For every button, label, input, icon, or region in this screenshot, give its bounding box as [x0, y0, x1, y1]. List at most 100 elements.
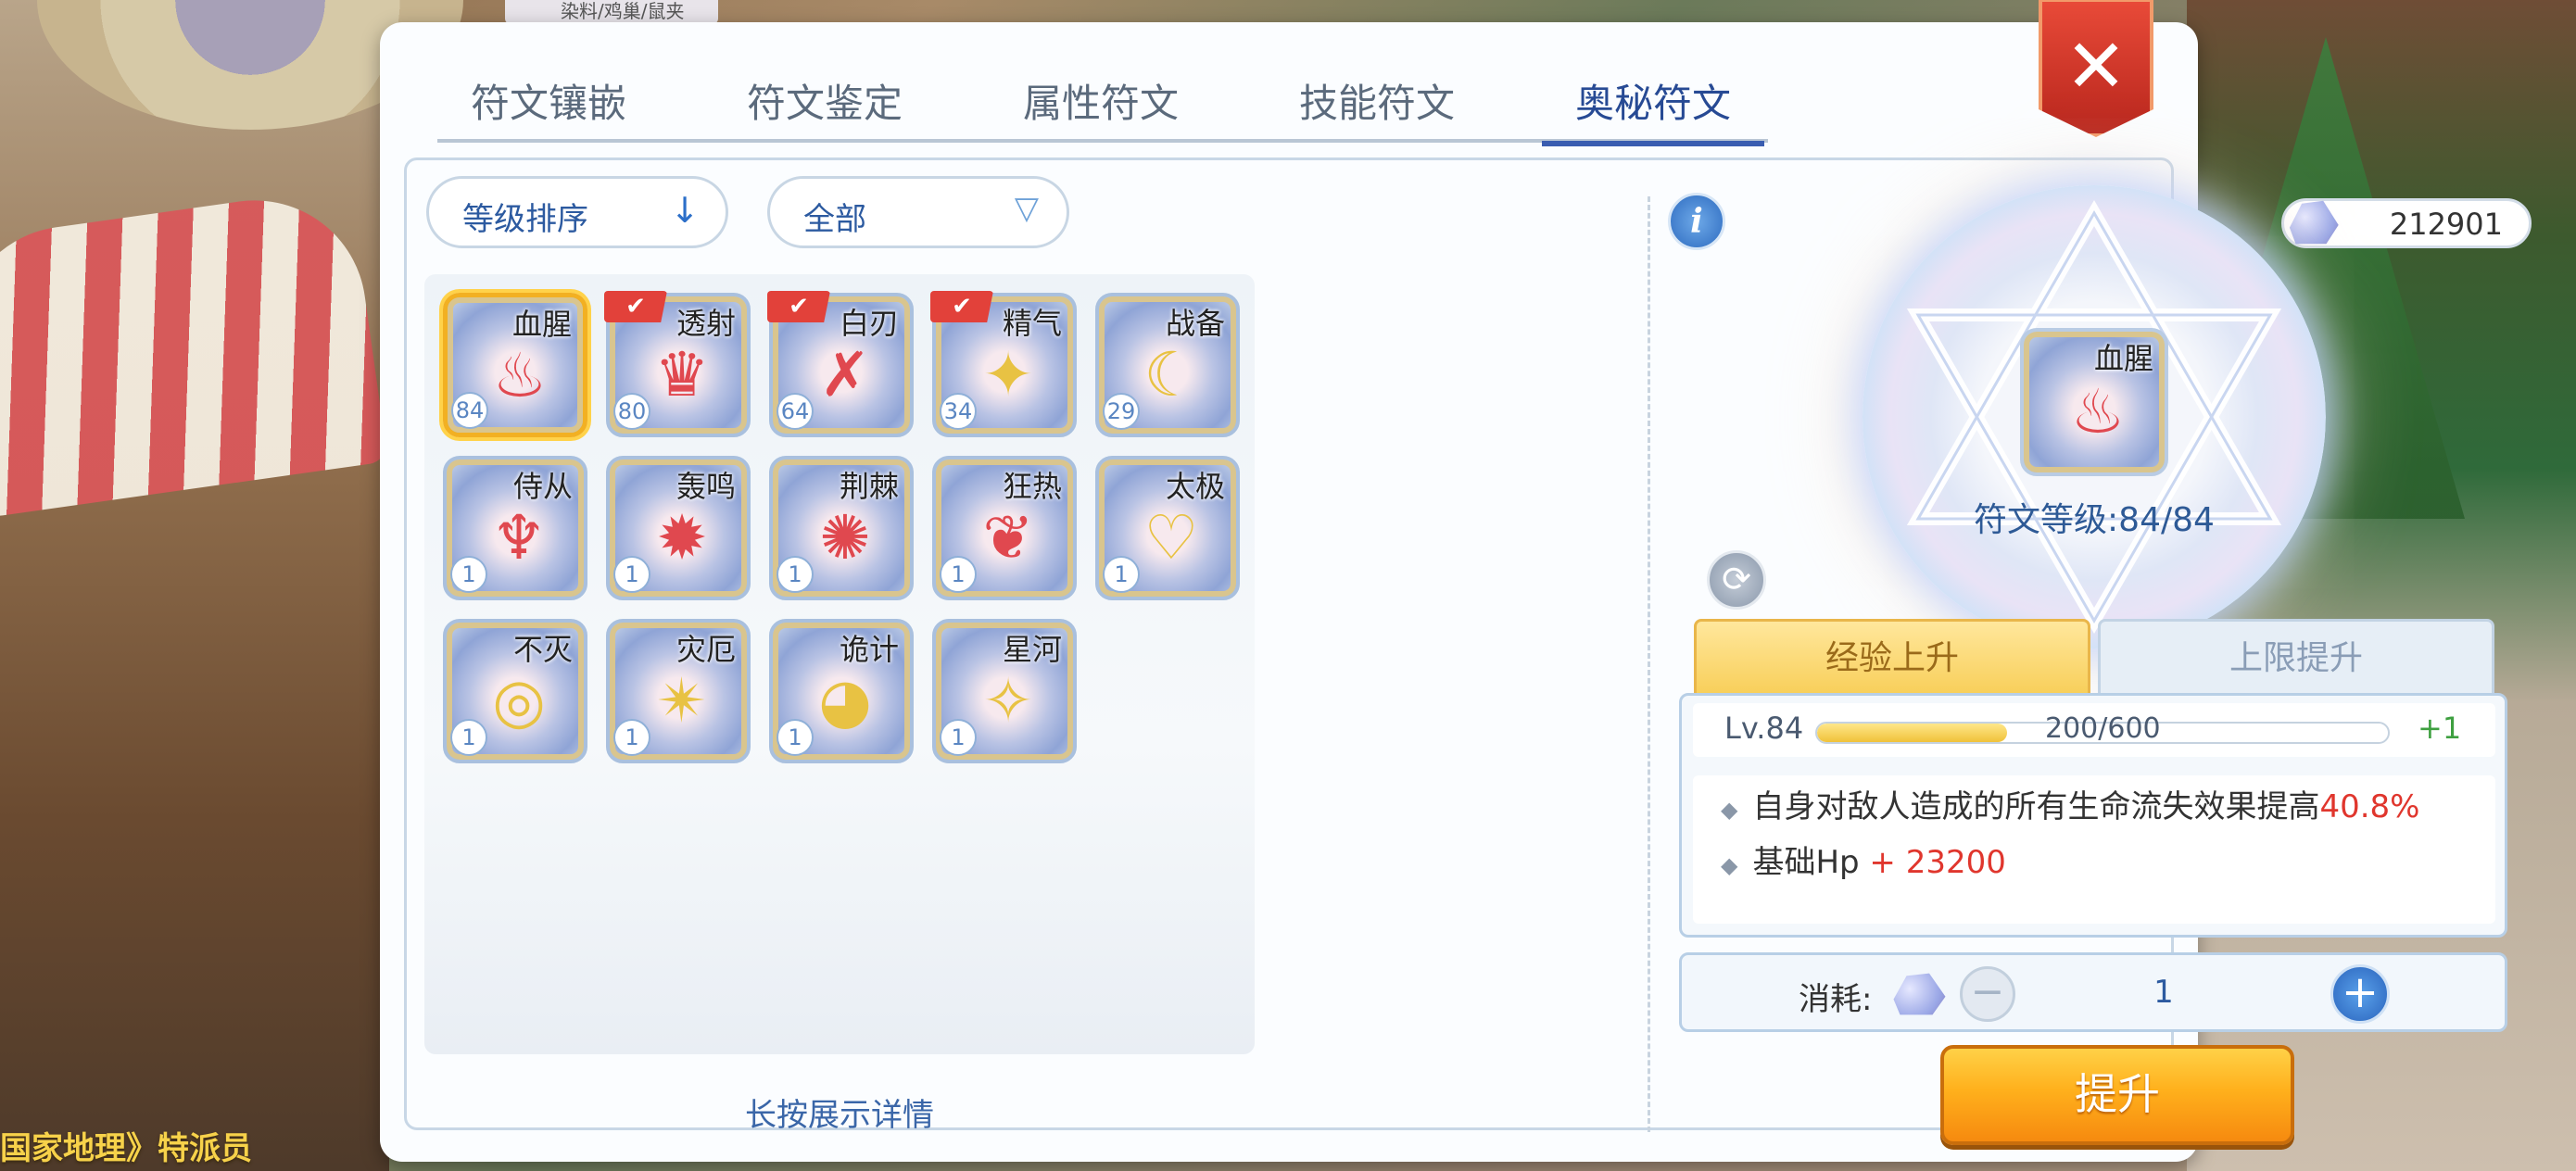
rune-item[interactable]: ◕ 诡计 1	[769, 619, 914, 763]
rune-panel: 符文镶嵌 符文鉴定 属性符文 技能符文 奥秘符文 ✕ 等级排序 ↓ 全部 ▽ ♨…	[380, 0, 2532, 1162]
rune-glyph: ◕	[818, 665, 872, 737]
rune-level-badge: 1	[613, 556, 650, 593]
rune-level-badge: 1	[1103, 556, 1140, 593]
rune-item[interactable]: ♨ 血腥 84	[443, 293, 587, 437]
level-label: Lv.84	[1724, 711, 1804, 746]
dropdown-triangle-icon: ▽	[1014, 190, 1039, 227]
tab-rune-appraisal[interactable]: 符文鉴定	[713, 72, 936, 143]
tab-rune-inlay[interactable]: 符文镶嵌	[437, 72, 660, 143]
rune-glyph: ✹	[656, 502, 708, 573]
refresh-icon[interactable]: ⟳	[1707, 550, 1766, 610]
diamond-bullet-icon: ◆	[1721, 852, 1738, 878]
background-top-tag: 染料/鸡巢/鼠夹	[505, 0, 718, 24]
rune-glyph: ❦	[982, 502, 1034, 573]
exp-progress-text: 200/600	[2045, 712, 2161, 745]
rune-glyph: ✴	[656, 665, 708, 737]
close-icon: ✕	[2065, 23, 2128, 109]
rune-name: 轰鸣	[676, 469, 736, 504]
rune-level-badge: 1	[450, 556, 487, 593]
arrow-down-icon: ↓	[670, 190, 700, 231]
rune-item[interactable]: ♛ 透射 80 ✔	[604, 291, 751, 437]
effect-value: + 23200	[1859, 844, 2006, 881]
cost-row: 消耗: − 1 +	[1679, 952, 2507, 1032]
rune-item[interactable]: ✦ 精气 34 ✔	[930, 291, 1077, 437]
rune-item[interactable]: ✧ 星河 1	[932, 619, 1077, 763]
filter-label: 全部	[803, 201, 866, 238]
rune-level-badge: 80	[613, 393, 650, 430]
rune-glyph: ✦	[982, 339, 1034, 410]
rune-name: 血腥	[511, 307, 572, 342]
rune-name: 荆棘	[839, 469, 899, 504]
rune-name: 透射	[676, 306, 736, 341]
rune-name: 星河	[1002, 632, 1062, 667]
filter-dropdown[interactable]: 全部 ▽	[767, 176, 1069, 248]
tab-cap-up[interactable]: 上限提升	[2098, 619, 2494, 697]
upgrade-button[interactable]: 提升	[1940, 1045, 2294, 1145]
rune-glyph: ✧	[982, 665, 1034, 737]
rune-name: 精气	[1002, 306, 1062, 341]
rune-name: 白刃	[839, 306, 899, 341]
effect-item: ◆ 自身对敌人造成的所有生命流失效果提高40.8%	[1721, 781, 2419, 826]
effect-item: ◆ 基础Hp + 23200	[1721, 837, 2006, 882]
rune-item[interactable]: ✺ 荆棘 1	[769, 456, 914, 600]
close-button[interactable]: ✕	[2039, 0, 2153, 137]
sort-button[interactable]: 等级排序 ↓	[426, 176, 728, 248]
selected-rune-glyph: ♨	[2070, 376, 2126, 447]
tab-arcane-rune[interactable]: 奥秘符文	[1542, 72, 1764, 146]
rune-level-text: 符文等级:84/84	[1974, 501, 2215, 539]
cost-label: 消耗:	[1799, 981, 1873, 1018]
increase-button[interactable]: +	[2330, 964, 2390, 1024]
divider	[1648, 196, 1650, 1132]
rune-item[interactable]: ✗ 白刃 64 ✔	[767, 291, 914, 437]
selected-rune-name: 血腥	[2093, 341, 2153, 376]
rune-level-badge: 1	[450, 719, 487, 756]
rune-glyph: ♆	[491, 502, 547, 573]
diamond-bullet-icon: ◆	[1721, 797, 1738, 823]
currency-value: 212901	[2389, 207, 2503, 242]
rune-level-badge: 29	[1103, 393, 1140, 430]
effect-list: ◆ 自身对敌人造成的所有生命流失效果提高40.8% ◆ 基础Hp + 23200	[1693, 775, 2495, 924]
rune-level-badge: 84	[451, 392, 488, 429]
info-icon[interactable]: i	[1668, 193, 1725, 250]
tab-skill-rune[interactable]: 技能符文	[1266, 72, 1488, 143]
rune-name: 狂热	[1002, 469, 1062, 504]
selected-rune-icon: ♨ 血腥	[2020, 328, 2168, 476]
tab-attribute-rune[interactable]: 属性符文	[990, 72, 1212, 143]
rune-item[interactable]: ♡ 太极 1	[1095, 456, 1240, 600]
decrease-button[interactable]: −	[1960, 966, 2015, 1022]
rune-name: 诡计	[839, 632, 899, 667]
quantity-value: 1	[2153, 974, 2174, 1011]
rune-name: 战备	[1165, 306, 1225, 341]
exp-progress-fill	[1817, 724, 2008, 742]
rune-level-badge: 1	[940, 719, 977, 756]
rune-item[interactable]: ✴ 灾厄 1	[606, 619, 751, 763]
rune-detail-box: Lv.84 200/600 +1 ◆ 自身对敌人造成的所有生命流失效果提高40.8…	[1679, 693, 2507, 938]
long-press-hint: 长按展示详情	[745, 1097, 934, 1134]
checkmark-icon: ✔	[604, 291, 667, 322]
background-awning	[0, 185, 388, 519]
rune-glyph: ✗	[819, 339, 871, 410]
tab-exp-up[interactable]: 经验上升	[1694, 619, 2090, 697]
rune-glyph: ◎	[492, 665, 546, 737]
effect-text: 自身对敌人造成的所有生命流失效果提高	[1752, 788, 2320, 825]
checkmark-icon: ✔	[930, 291, 993, 322]
rune-item[interactable]: ❦ 狂热 1	[932, 456, 1077, 600]
rune-level-badge: 34	[940, 393, 977, 430]
background-npc-label: 国家地理》特派员	[0, 1130, 252, 1167]
effect-text: 基础Hp	[1752, 844, 1860, 881]
rune-item[interactable]: ☾ 战备 29	[1095, 293, 1240, 437]
rune-level-badge: 1	[613, 719, 650, 756]
effect-value: 40.8%	[2319, 788, 2420, 825]
rune-level-badge: 64	[777, 393, 814, 430]
rune-level-badge: 1	[777, 719, 814, 756]
rune-glyph: ♡	[1143, 502, 1199, 573]
rune-item[interactable]: ✹ 轰鸣 1	[606, 456, 751, 600]
level-plus-text: +1	[2418, 711, 2462, 746]
level-row: Lv.84 200/600 +1	[1693, 703, 2495, 757]
rune-item[interactable]: ◎ 不灭 1	[443, 619, 587, 763]
rune-glyph: ☾	[1143, 339, 1199, 410]
rune-item[interactable]: ♆ 侍从 1	[443, 456, 587, 600]
rune-level-badge: 1	[777, 556, 814, 593]
background-left-scene	[0, 0, 389, 1171]
rune-glyph: ✺	[819, 502, 871, 573]
